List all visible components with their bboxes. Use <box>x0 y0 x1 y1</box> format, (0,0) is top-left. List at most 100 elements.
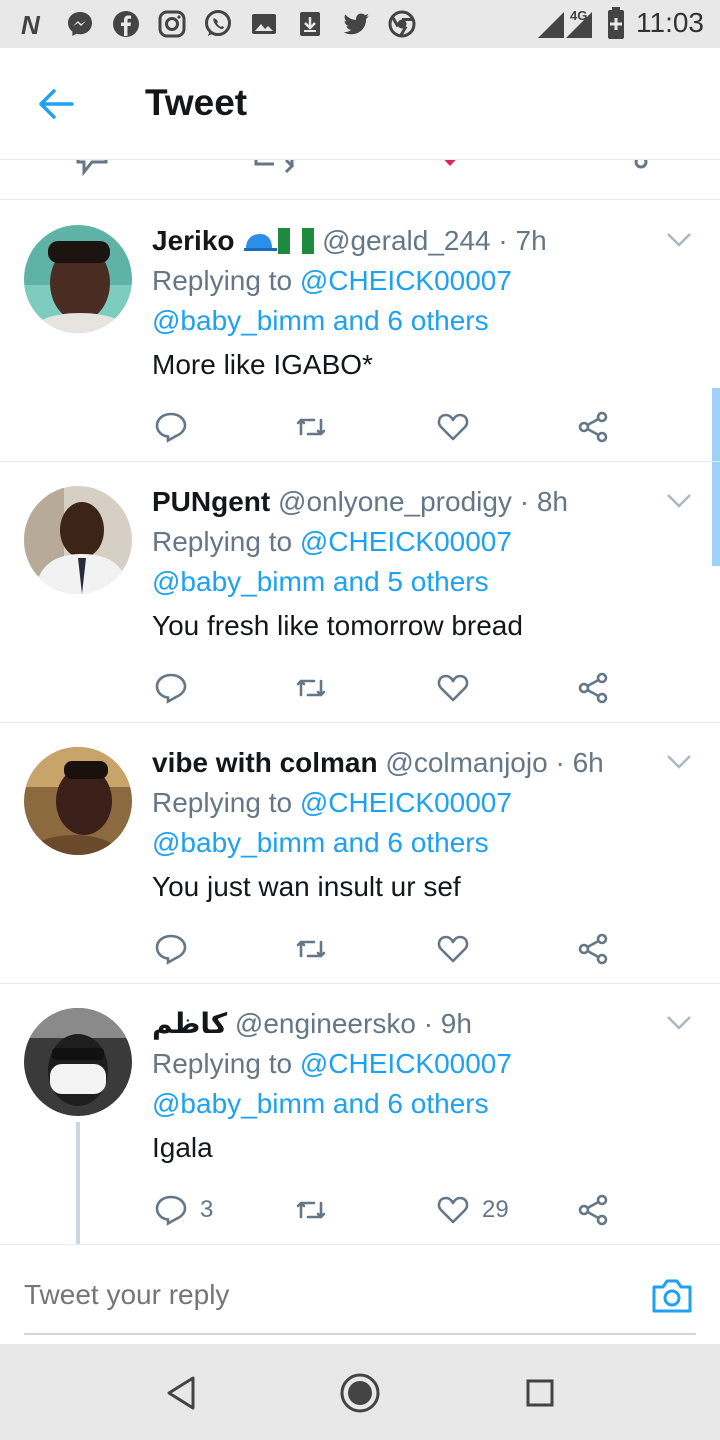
nav-home-button[interactable] <box>337 1370 383 1416</box>
mention-link[interactable]: @CHEICK00007 <box>300 265 512 296</box>
reply-tweet[interactable]: PUNgent @onlyone_prodigy · 8h Replying t… <box>0 462 720 723</box>
user-handle[interactable]: @gerald_244 <box>322 225 491 256</box>
tweet-text: You just wan insult ur sef <box>152 871 461 902</box>
retweet-icon <box>296 679 326 697</box>
instagram-icon <box>156 8 188 40</box>
display-name[interactable]: كاظم <box>152 1008 227 1039</box>
share-icon <box>578 1194 608 1226</box>
chevron-down-icon[interactable] <box>666 753 692 771</box>
dot-separator: · <box>519 486 530 517</box>
square-recents-icon <box>526 1379 554 1407</box>
mention-others-link[interactable]: @baby_bimm and 5 others <box>152 562 660 602</box>
reply-button[interactable] <box>154 664 200 712</box>
tweet-actions <box>152 403 632 451</box>
mention-link[interactable]: @CHEICK00007 <box>300 1048 512 1079</box>
mention-link[interactable]: @CHEICK00007 <box>300 787 512 818</box>
avatar[interactable] <box>24 486 132 594</box>
avatar[interactable] <box>24 747 132 855</box>
retweet-button[interactable] <box>294 664 328 712</box>
share-button[interactable] <box>576 1186 610 1234</box>
heart-icon <box>437 413 469 441</box>
avatar[interactable] <box>24 1008 132 1116</box>
system-nav-bar <box>0 1344 720 1440</box>
share-icon <box>578 411 608 443</box>
nav-recents-button[interactable] <box>517 1370 563 1416</box>
reply-icon <box>155 673 187 704</box>
mention-others-link[interactable]: @baby_bimm and 6 others <box>152 823 660 863</box>
replying-prefix: Replying to <box>152 265 293 296</box>
mention-others-link[interactable]: @baby_bimm and 6 others <box>152 1084 660 1124</box>
like-button[interactable] <box>436 925 482 973</box>
display-name[interactable]: PUNgent <box>152 486 270 517</box>
tweet-actions <box>152 664 632 712</box>
chevron-down-icon[interactable] <box>666 492 692 510</box>
retweet-icon[interactable] <box>252 160 296 174</box>
cap-emoji-icon <box>244 234 278 251</box>
messenger-icon <box>64 8 96 40</box>
like-button[interactable]: 29 <box>436 1186 509 1234</box>
twitter-icon <box>340 8 372 40</box>
share-button[interactable] <box>576 664 610 712</box>
retweet-icon <box>296 1201 326 1219</box>
whatsapp-icon <box>202 8 234 40</box>
svg-text:N: N <box>21 10 41 39</box>
reply-tweet[interactable]: Jeriko @gerald_244 · 7h Replying to @CHE… <box>0 201 720 462</box>
dot-separator: · <box>498 225 508 256</box>
triangle-back-icon <box>167 1376 195 1410</box>
user-handle[interactable]: @onlyone_prodigy <box>278 486 512 517</box>
mention-link[interactable]: @CHEICK00007 <box>300 526 512 557</box>
network-label: 4G <box>570 8 587 23</box>
share-icon <box>578 672 608 704</box>
status-time: 11:03 <box>636 7 704 38</box>
display-name[interactable]: Jeriko <box>152 225 235 256</box>
download-icon <box>294 8 326 40</box>
retweet-button[interactable] <box>294 925 328 973</box>
reply-button[interactable]: 3 <box>154 1186 213 1234</box>
reply-count: 3 <box>200 1196 214 1223</box>
tweet-text: Igala <box>152 1132 213 1163</box>
thread-line <box>76 1122 80 1246</box>
reply-tweet[interactable]: vibe with colman @colmanjojo · 6h Replyi… <box>0 723 720 984</box>
camera-icon[interactable] <box>650 1275 694 1315</box>
chevron-down-icon[interactable] <box>666 231 692 249</box>
nav-back-button[interactable] <box>158 1370 204 1416</box>
replying-to: Replying to @CHEICK00007 <box>152 1044 660 1084</box>
display-name[interactable]: vibe with colman <box>152 747 378 778</box>
page-title: Tweet <box>145 82 248 123</box>
tweet-actions <box>152 925 632 973</box>
tweet-text: You fresh like tomorrow bread <box>152 610 523 641</box>
battery-icon <box>608 7 624 39</box>
share-icon[interactable] <box>626 160 656 172</box>
avatar[interactable] <box>24 225 132 333</box>
n-app-icon: N <box>18 8 50 40</box>
replying-prefix: Replying to <box>152 526 293 557</box>
reply-icon[interactable] <box>72 160 112 176</box>
reply-tweet[interactable]: كاظم @engineersko · 9h Replying to @CHEI… <box>0 984 720 1246</box>
heart-icon <box>437 935 469 963</box>
reply-input[interactable] <box>24 1275 584 1315</box>
tweet-time: 8h <box>536 486 568 517</box>
back-button[interactable] <box>30 82 82 126</box>
heart-icon <box>437 1196 469 1224</box>
user-handle[interactable]: @colmanjojo <box>385 747 547 778</box>
like-button[interactable] <box>436 664 482 712</box>
input-underline <box>24 1333 696 1335</box>
share-button[interactable] <box>576 925 610 973</box>
user-handle[interactable]: @engineersko <box>235 1008 416 1039</box>
reply-button[interactable] <box>154 403 200 451</box>
dot-separator: · <box>423 1008 434 1039</box>
like-button[interactable] <box>436 403 482 451</box>
reply-icon <box>155 412 187 443</box>
reply-icon <box>155 934 187 965</box>
liked-heart-icon[interactable] <box>432 160 468 170</box>
chevron-down-icon[interactable] <box>666 1014 692 1032</box>
mention-others-link[interactable]: @baby_bimm and 6 others <box>152 301 660 341</box>
replying-to: Replying to @CHEICK00007 <box>152 783 660 823</box>
reply-button[interactable] <box>154 925 200 973</box>
share-button[interactable] <box>576 403 610 451</box>
replying-prefix: Replying to <box>152 1048 293 1079</box>
nigeria-flag-icon <box>278 228 315 254</box>
retweet-button[interactable] <box>294 403 328 451</box>
retweet-button[interactable] <box>294 1186 328 1234</box>
signal-icon: 4G <box>538 8 592 38</box>
